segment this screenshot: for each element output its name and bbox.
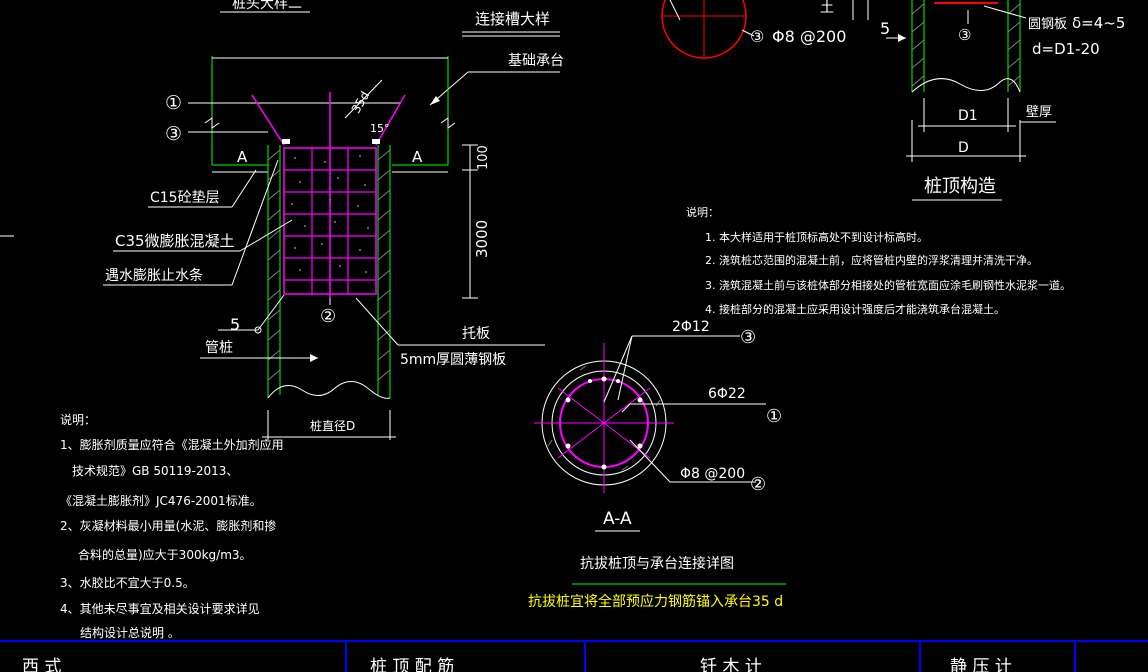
left-note-line: 3、水胶比不宜大于0.5。 <box>60 575 195 590</box>
dim-3000: 3000 <box>473 220 491 258</box>
right-note-line: 2. 浇筑桩芯范围的混凝土前，应将管桩内壁的浮浆清理并清洗干净。 <box>705 253 1038 267</box>
connection-detail-title: 抗拔桩顶与承台连接详图 <box>580 555 734 572</box>
right-note-line: 1. 本大样适用于桩顶标高处不到设计标高时。 <box>705 230 928 244</box>
detail-title-partial: 桩头大样二 <box>232 0 302 12</box>
top-rebar-spec: Φ8 @200 <box>772 27 846 46</box>
left-note-line: 合料的总量)应大于300kg/m3。 <box>78 547 252 562</box>
footer-cell: 钎 木 计 <box>700 657 762 672</box>
groove-detail-title: 连接槽大样 <box>475 10 550 28</box>
dim-15-degree: 15° <box>370 122 390 135</box>
top-char-fragment: 土 <box>820 0 834 16</box>
plate-thickness: δ=4~5 <box>1072 14 1125 32</box>
right-callout-3: ③ <box>958 26 971 44</box>
section-callout-3: ③ <box>740 327 756 348</box>
dim-100: 100 <box>476 145 491 170</box>
footer-cell: 静 压 计 <box>950 657 1012 672</box>
left-note-line: 4、其他未尽事宜及相关设计要求详见 <box>60 601 260 616</box>
pile-diameter-label: 桩直径D <box>310 418 355 433</box>
pile-top-title: 桩顶构造 <box>924 176 996 197</box>
left-note-line: 《混凝土膨胀剂》JC476-2001标准。 <box>60 493 262 508</box>
right-dim-5: 5 <box>880 19 890 38</box>
dim-5-left: 5 <box>230 315 240 334</box>
steel-plate-label: 5mm厚圆薄钢板 <box>400 352 506 368</box>
cad-drawing-canvas: 桩头大样二 连接槽大样 基础承台 A A ① ③ 35d 15° 100 300… <box>0 0 1148 672</box>
rebar-phi8-200: Φ8 @200 <box>680 466 745 482</box>
callout-circle-2: ② <box>320 306 336 327</box>
wall-thickness-label: 壁厚 <box>1026 105 1052 120</box>
pipe-pile-label: 管桩 <box>205 339 233 356</box>
left-note-line: 2、灰凝材料最小用量(水泥、膨胀剂和掺 <box>60 518 276 533</box>
callout-circle-3: ③ <box>165 123 182 145</box>
left-note-line: 1、膨胀剂质量应符合《混凝土外加剂应用 <box>60 437 284 452</box>
section-a-left: A <box>237 148 248 166</box>
right-notes-title: 说明： <box>686 205 719 219</box>
c15-label: C15砼垫层 <box>150 190 220 206</box>
support-plate-label: 托板 <box>462 326 490 342</box>
footer-cell: 西 式 <box>22 657 61 672</box>
left-note-line: 结构设计总说明 。 <box>80 625 180 640</box>
footer-cell: 桩 顶 配 筋 <box>370 657 454 672</box>
section-callout-2: ② <box>750 474 766 495</box>
section-callout-1: ① <box>766 406 782 427</box>
rebar-2phi12: 2Φ12 <box>672 319 710 335</box>
dim-d1: D1 <box>958 108 978 124</box>
callout-circle-1: ① <box>165 92 182 114</box>
round-plate-label: 圆钢板 <box>1028 17 1067 32</box>
right-note-line: 3. 浇筑混凝土前与该桩体部分相接处的管桩宽面应涂毛刷钢性水泥浆一道。 <box>705 278 1071 292</box>
left-note-line: 技术规范》GB 50119-2013、 <box>72 463 238 478</box>
rebar-6phi22: 6Φ22 <box>708 386 746 402</box>
section-a-right: A <box>412 148 423 166</box>
top-callout-3: ③ <box>750 27 764 46</box>
base-cap-label: 基础承台 <box>508 52 564 69</box>
dim-d: D <box>958 140 969 156</box>
plate-diameter-formula: d=D1-20 <box>1032 40 1100 58</box>
section-label: A-A <box>603 509 632 529</box>
c35-label: C35微膨胀混凝土 <box>115 232 235 250</box>
water-stop-label: 遇水膨胀止水条 <box>105 267 203 284</box>
left-notes-title: 说明： <box>60 412 96 427</box>
right-note-line: 4. 接桩部分的混凝土应采用设计强度后才能浇筑承台混凝土。 <box>705 302 1005 316</box>
anchorage-note: 抗拔桩宜将全部预应力钢筋锚入承台35 d <box>528 593 783 610</box>
